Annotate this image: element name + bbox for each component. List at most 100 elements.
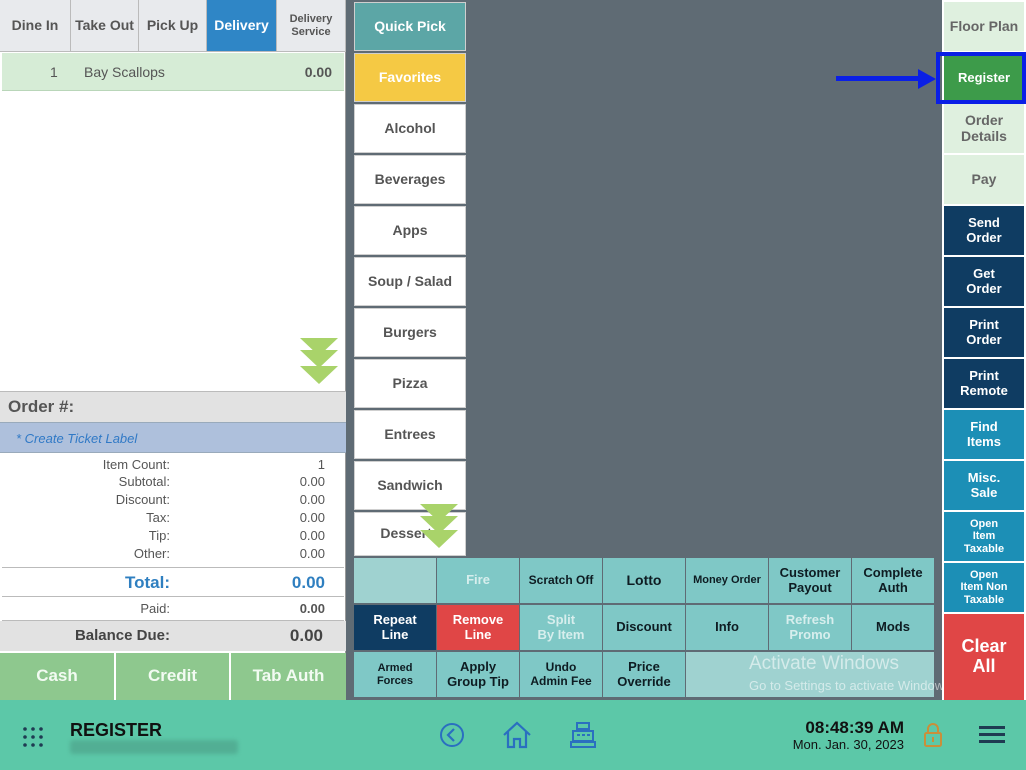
open-item-non-taxable-line3: Taxable [963,593,1005,606]
tab-take-out[interactable]: Take Out [71,0,139,52]
refresh-promo-line2: Promo [789,626,831,642]
clear-all-button[interactable]: Clear All [944,614,1024,700]
category-pizza[interactable]: Pizza [354,359,466,408]
tab-auth-button[interactable]: Tab Auth [231,653,346,700]
blank-function-button [354,558,436,603]
armed-forces-line2: Forces [376,674,414,687]
order-details-button[interactable]: Order Details [944,104,1024,153]
category-beverages[interactable]: Beverages [354,155,466,204]
info-button[interactable]: Info [686,605,768,650]
category-favorites[interactable]: Favorites [354,53,466,102]
undo-admin-fee-button[interactable]: Undo Admin Fee [520,652,602,697]
category-apps[interactable]: Apps [354,206,466,255]
misc-sale-button[interactable]: Misc. Sale [944,461,1024,510]
money-order-button[interactable]: Money Order [686,558,768,603]
back-arrow-icon[interactable] [439,722,465,748]
category-soup-salad[interactable]: Soup / Salad [354,257,466,306]
discount-button[interactable]: Discount [603,605,685,650]
category-alcohol[interactable]: Alcohol [354,104,466,153]
floor-plan-button[interactable]: Floor Plan [944,2,1024,51]
repeat-line-line1: Repeat [373,612,417,628]
clock-date: Mon. Jan. 30, 2023 [792,737,904,752]
credit-button[interactable]: Credit [116,653,231,700]
tab-delivery-service-line2: Service [291,25,331,38]
price-override-line2: Override [617,673,671,689]
refresh-promo-button[interactable]: Refresh Promo [769,605,851,650]
register-highlight-box [936,52,1026,104]
tab-pick-up[interactable]: Pick Up [139,0,207,52]
tab-delivery-service[interactable]: Delivery Service [277,0,346,52]
repeat-line-line2: Line [381,626,409,642]
split-by-item-button[interactable]: Split By Item [520,605,602,650]
balance-due-label: Balance Due: [74,627,170,644]
category-sandwich[interactable]: Sandwich [354,461,466,510]
apply-group-tip-button[interactable]: Apply Group Tip [437,652,519,697]
order-details-line1: Order [964,112,1004,129]
screen-name: REGISTER [70,720,163,740]
item-grid-area [468,0,942,556]
price-override-button[interactable]: Price Override [603,652,685,697]
category-quick-pick[interactable]: Quick Pick [354,2,466,51]
misc-sale-line1: Misc. [967,470,1001,486]
mods-button[interactable]: Mods [852,605,934,650]
get-order-line1: Get [973,266,995,282]
hamburger-menu-icon[interactable] [979,726,1005,744]
find-items-line2: Items [967,433,1001,449]
item-count-value: 1 [317,457,325,472]
order-number-label: Order #: [0,391,346,422]
clear-all-line2: All [972,656,996,676]
scratch-off-button[interactable]: Scratch Off [520,558,602,603]
category-burgers[interactable]: Burgers [354,308,466,357]
other-label: Other: [133,546,170,561]
find-items-button[interactable]: Find Items [944,410,1024,459]
print-order-button[interactable]: Print Order [944,308,1024,357]
print-order-line2: Order [966,331,1002,347]
complete-auth-button[interactable]: Complete Auth [852,558,934,603]
armed-forces-button[interactable]: Armed Forces [354,652,436,697]
pay-button[interactable]: Pay [944,155,1024,204]
tab-delivery[interactable]: Delivery [207,0,277,52]
category-scroll-down-icon[interactable] [420,504,458,550]
create-ticket-label[interactable]: * Create Ticket Label [0,422,346,453]
apply-group-tip-line2: Group Tip [447,673,509,689]
clock-time: 08:48:39 AM [805,718,904,737]
activate-windows-subtitle: Go to Settings to activate Windows. [749,678,955,693]
split-by-item-line1: Split [546,612,576,628]
paid-label: Paid: [140,601,170,616]
balance-due-row: Balance Due: 0.00 [0,621,346,651]
customer-payout-button[interactable]: Customer Payout [769,558,851,603]
apply-group-tip-line1: Apply [459,659,497,675]
open-item-taxable-button[interactable]: Open Item Taxable [944,512,1024,561]
cash-register-icon[interactable] [569,721,597,749]
cash-button[interactable]: Cash [0,653,116,700]
tax-value: 0.00 [299,510,325,525]
open-item-taxable-line3: Taxable [963,542,1005,555]
apps-grid-icon[interactable] [22,726,44,748]
find-items-line1: Find [970,419,998,435]
tab-dine-in[interactable]: Dine In [0,0,71,52]
open-item-non-taxable-line1: Open [969,569,999,582]
highlight-arrow-shaft [836,76,928,81]
send-order-button[interactable]: Send Order [944,206,1024,255]
home-icon[interactable] [502,721,532,749]
order-scroll-down-icon[interactable] [300,338,338,386]
print-remote-button[interactable]: Print Remote [944,359,1024,408]
blurred-user-info [70,740,238,754]
order-line-item[interactable]: 1 Bay Scallops 0.00 [2,53,344,91]
line-item-price: 0.00 [304,64,332,80]
clear-all-line1: Clear [961,636,1007,657]
undo-admin-fee-line1: Undo [545,660,577,675]
category-entrees[interactable]: Entrees [354,410,466,459]
lock-icon[interactable] [922,722,944,748]
activate-windows-title: Activate Windows [749,653,899,674]
armed-forces-line1: Armed [377,662,413,675]
tip-value: 0.00 [299,528,325,543]
repeat-line-button[interactable]: Repeat Line [354,605,436,650]
misc-sale-line2: Sale [970,484,998,500]
fire-button[interactable]: Fire [437,558,519,603]
send-order-line2: Order [966,229,1002,245]
remove-line-button[interactable]: Remove Line [437,605,519,650]
get-order-button[interactable]: Get Order [944,257,1024,306]
lotto-button[interactable]: Lotto [603,558,685,603]
open-item-non-taxable-button[interactable]: Open Item Non Taxable [944,563,1024,612]
